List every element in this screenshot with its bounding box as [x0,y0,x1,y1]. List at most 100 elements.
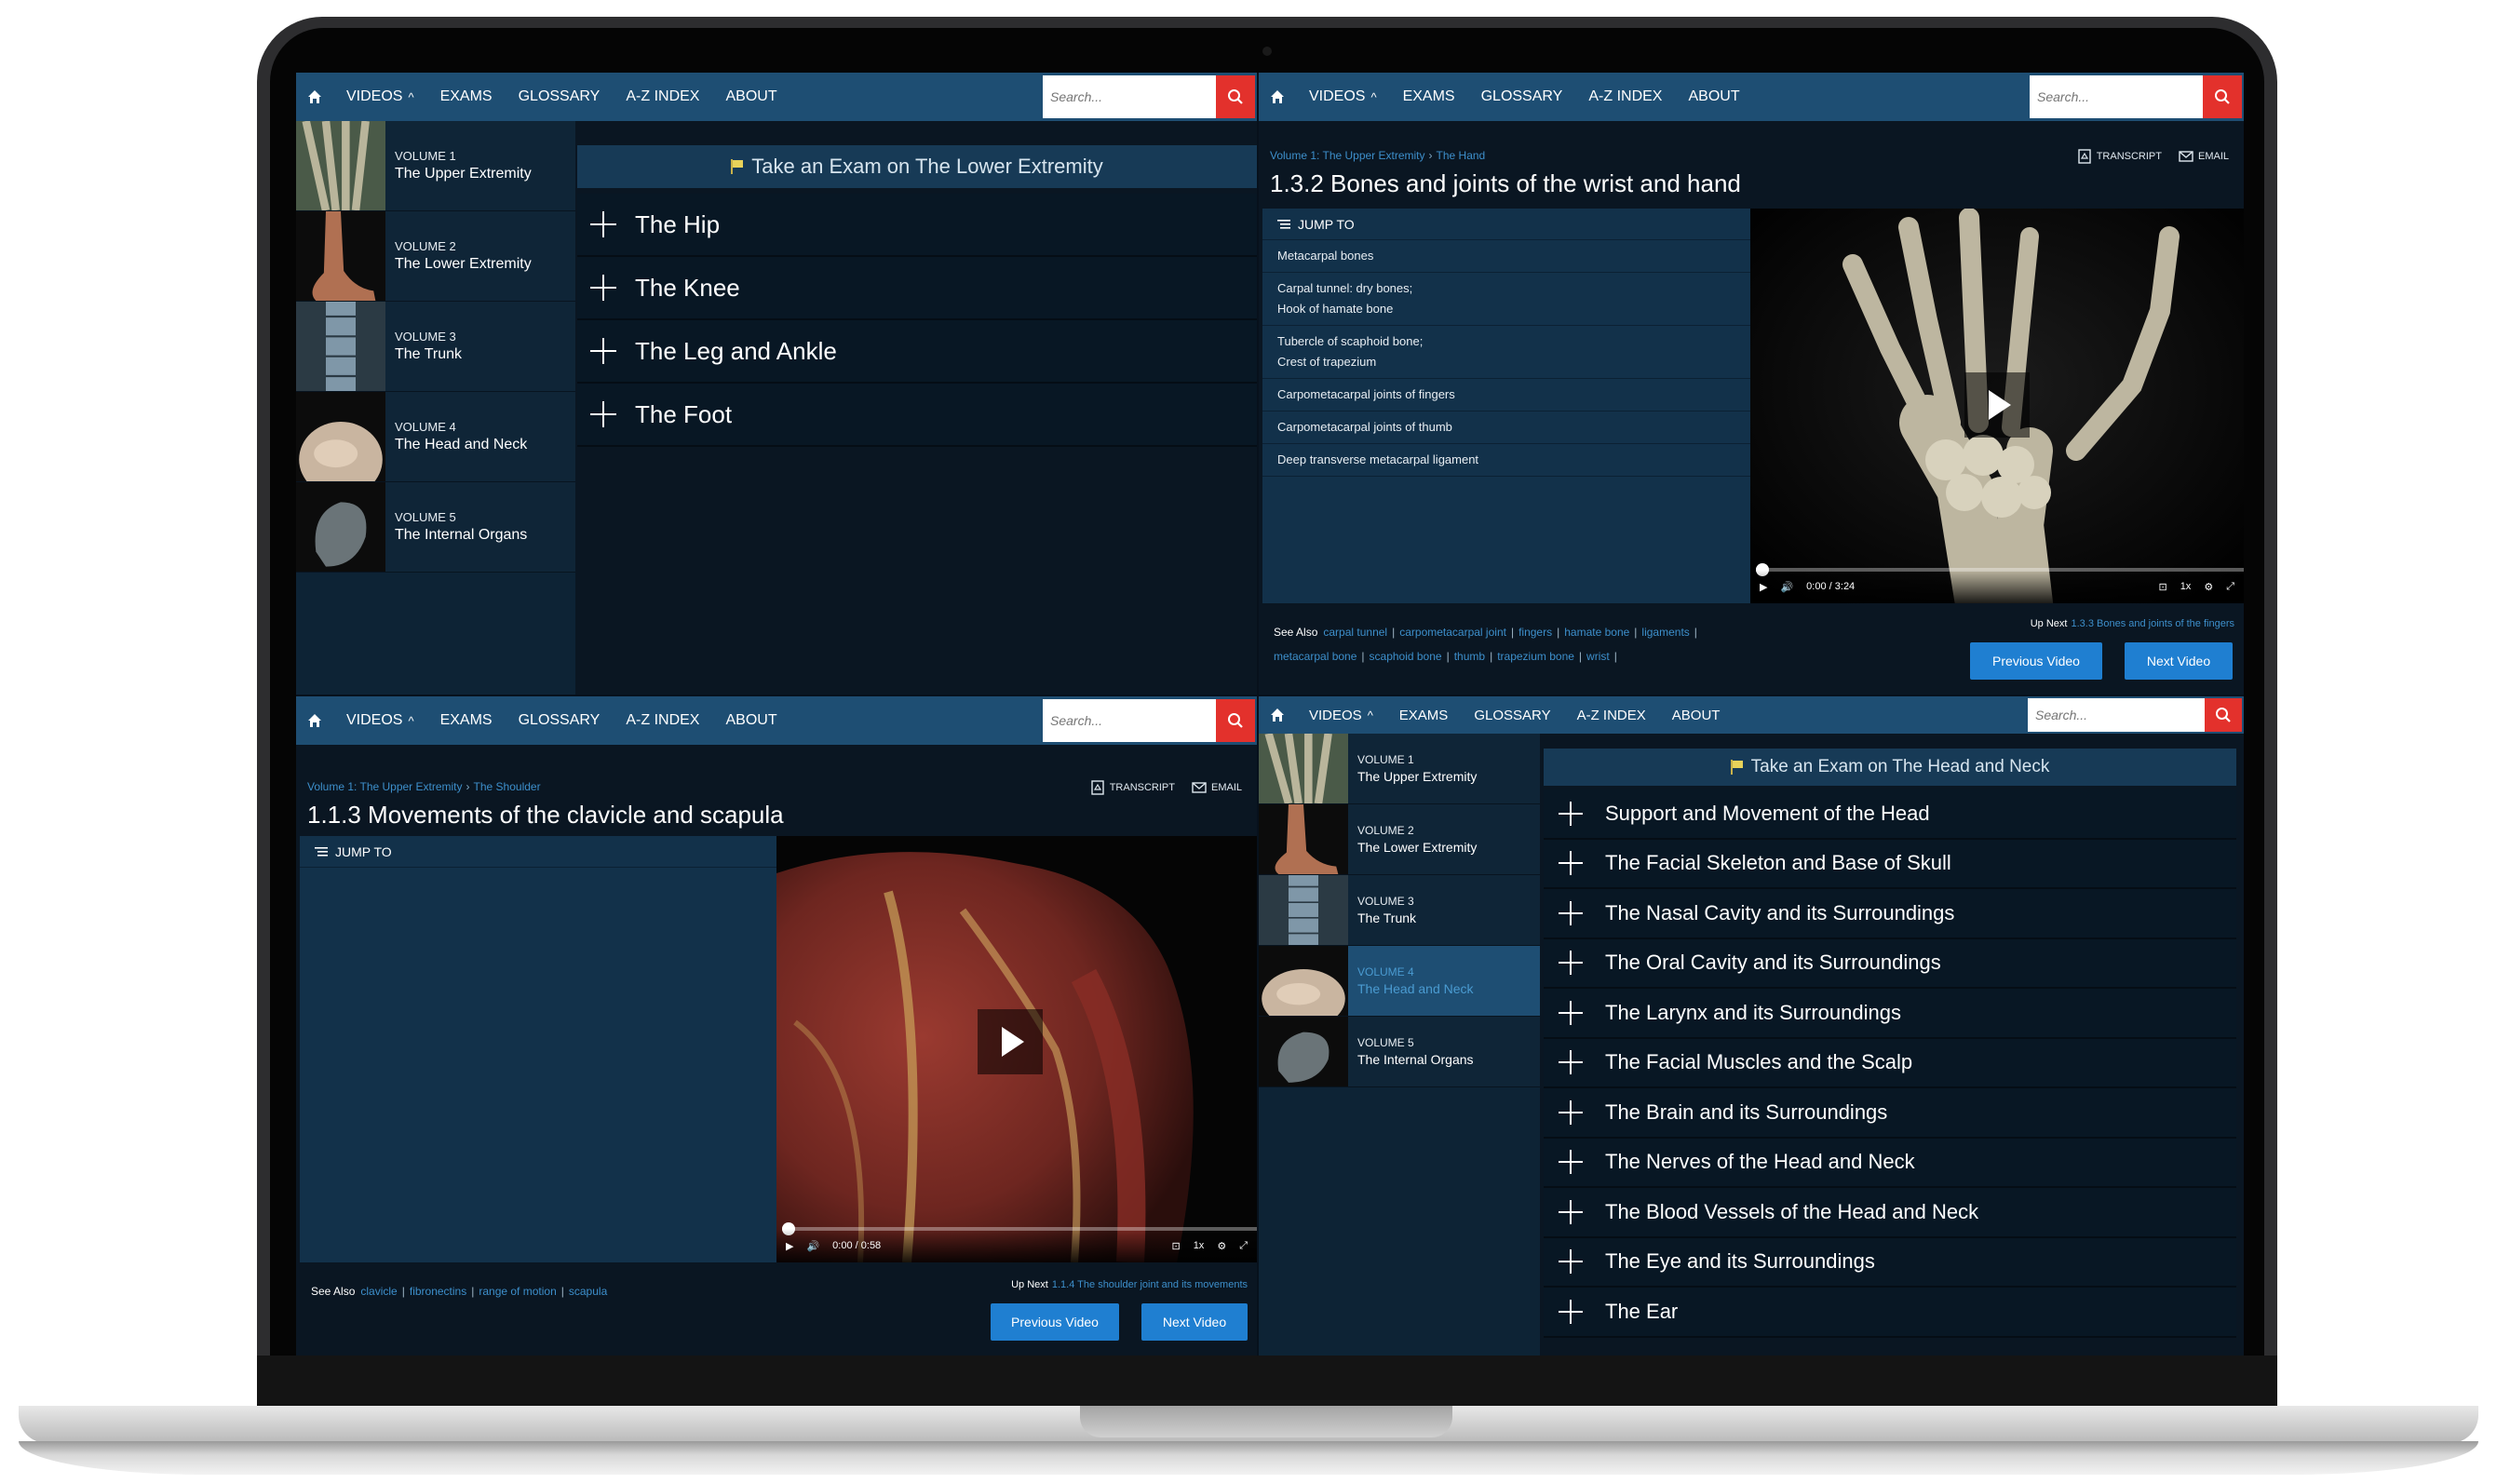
jump-to-header[interactable]: JUMP TO [300,836,776,868]
search-input[interactable] [1043,699,1216,742]
see-also-tag[interactable]: clavicle [360,1285,397,1298]
jump-item[interactable]: Carpometacarpal joints of fingers [1262,379,1750,411]
chapter-row[interactable]: The Blood Vessels of the Head and Neck [1544,1188,2236,1238]
chapter-row[interactable]: The Leg and Ankle [577,320,1257,384]
play-icon[interactable]: ▶ [1760,581,1767,593]
exam-header[interactable]: Take an Exam on The Lower Extremity [577,145,1257,188]
chapter-row[interactable]: The Oral Cavity and its Surroundings [1544,938,2236,989]
transcript-button[interactable]: TRANSCRIPT [2077,149,2162,164]
nav-about[interactable]: ABOUT [1675,88,1752,105]
nav-about[interactable]: ABOUT [712,88,790,105]
plus-icon[interactable] [1559,1100,1583,1125]
nav-glossary[interactable]: GLOSSARY [1461,708,1563,723]
chapter-row[interactable]: The Nerves of the Head and Neck [1544,1138,2236,1188]
nav-videos[interactable]: VIDEOS ^ [333,88,427,105]
nav-exams[interactable]: EXAMS [427,712,506,729]
nav-exams[interactable]: EXAMS [1386,708,1462,723]
jump-item[interactable]: Carpometacarpal joints of thumb [1262,411,1750,444]
nav-a-z-index[interactable]: A-Z INDEX [1564,708,1659,723]
home-icon[interactable] [1259,73,1296,121]
see-also-tag[interactable]: trapezium bone [1497,650,1574,663]
see-also-tag[interactable]: hamate bone [1564,626,1629,639]
breadcrumb-volume[interactable]: Volume 1: The Upper Extremity [307,780,463,793]
volume-3-item[interactable]: VOLUME 3 The Trunk [296,302,575,392]
volume-5-item[interactable]: VOLUME 5 The Internal Organs [1259,1017,1540,1087]
plus-icon[interactable] [590,338,616,364]
settings-gear-icon[interactable]: ⚙ [2204,581,2213,593]
nav-videos[interactable]: VIDEOS ^ [1296,88,1390,105]
email-button[interactable]: EMAIL [1192,780,1242,795]
see-also-tag[interactable]: thumb [1454,650,1485,663]
see-also-tag[interactable]: fingers [1518,626,1552,639]
chapter-row[interactable]: The Foot [577,384,1257,447]
video-player[interactable]: ▶ 🔊 0:00 / 3:24 ⊡ 1x ⚙ ⤢ [1750,209,2244,603]
see-also-tag[interactable]: wrist [1586,650,1610,663]
plus-icon[interactable] [1559,1000,1583,1025]
plus-icon[interactable] [1559,1299,1583,1324]
up-next-link[interactable]: 1.3.3 Bones and joints of the fingers [2071,618,2234,629]
nav-a-z-index[interactable]: A-Z INDEX [1575,88,1675,105]
see-also-tag[interactable]: fibronectins [410,1285,466,1298]
volume-3-item[interactable]: VOLUME 3 The Trunk [1259,875,1540,946]
search-button[interactable] [1216,699,1255,742]
plus-icon[interactable] [590,401,616,427]
jump-item[interactable]: Deep transverse metacarpal ligament [1262,444,1750,477]
fullscreen-icon[interactable]: ⤢ [1239,1240,1248,1252]
search-input[interactable] [2028,698,2205,732]
nav-exams[interactable]: EXAMS [427,88,506,105]
chapter-row[interactable]: The Eye and its Surroundings [1544,1237,2236,1288]
see-also-tag[interactable]: ligaments [1641,626,1689,639]
transcript-button[interactable]: TRANSCRIPT [1090,780,1175,795]
chapter-row[interactable]: The Knee [577,257,1257,320]
plus-icon[interactable] [1559,900,1583,925]
plus-icon[interactable] [1559,801,1583,826]
next-video-button[interactable]: Next Video [2125,642,2233,680]
home-icon[interactable] [296,73,333,121]
captions-icon[interactable]: ⊡ [2158,581,2166,593]
plus-icon[interactable] [1559,951,1583,976]
play-overlay-button[interactable] [978,1009,1043,1074]
chapter-row[interactable]: The Larynx and its Surroundings [1544,989,2236,1039]
next-video-button[interactable]: Next Video [1141,1303,1248,1341]
volume-2-item[interactable]: VOLUME 2 The Lower Extremity [1259,804,1540,875]
video-player[interactable]: ▶ 🔊 0:00 / 0:58 ⊡ 1x ⚙ ⤢ [776,836,1257,1262]
nav-glossary[interactable]: GLOSSARY [506,88,614,105]
volume-1-item[interactable]: VOLUME 1 The Upper Extremity [296,121,575,211]
nav-about[interactable]: ABOUT [712,712,790,729]
see-also-tag[interactable]: range of motion [479,1285,556,1298]
plus-icon[interactable] [1559,1050,1583,1075]
jump-item[interactable]: Carpal tunnel: dry bones; Hook of hamate … [1262,273,1750,326]
search-input[interactable] [1043,75,1216,118]
see-also-tag[interactable]: scaphoid bone [1370,650,1442,663]
plus-icon[interactable] [1559,1199,1583,1224]
jump-item[interactable]: Tubercle of scaphoid bone; Crest of trape… [1262,326,1750,379]
plus-icon[interactable] [1559,1249,1583,1275]
chapter-row[interactable]: The Nasal Cavity and its Surroundings [1544,889,2236,939]
chapter-row[interactable]: The Hip [577,194,1257,257]
volume-2-item[interactable]: VOLUME 2 The Lower Extremity [296,211,575,302]
chapter-row[interactable]: The Facial Skeleton and Base of Skull [1544,839,2236,889]
search-button[interactable] [2203,75,2242,118]
plus-icon[interactable] [590,211,616,237]
jump-item[interactable]: Metacarpal bones [1262,240,1750,273]
volume-icon[interactable]: 🔊 [1780,581,1793,593]
settings-gear-icon[interactable]: ⚙ [1217,1240,1226,1252]
nav-exams[interactable]: EXAMS [1390,88,1468,105]
speed-button[interactable]: 1x [1194,1240,1205,1251]
volume-1-item[interactable]: VOLUME 1 The Upper Extremity [1259,734,1540,804]
nav-videos[interactable]: VIDEOS ^ [1296,708,1386,723]
see-also-tag[interactable]: carpometacarpal joint [1399,626,1506,639]
captions-icon[interactable]: ⊡ [1171,1240,1180,1252]
search-input[interactable] [2030,75,2203,118]
fullscreen-icon[interactable]: ⤢ [2226,581,2234,593]
volume-4-item[interactable]: VOLUME 4 The Head and Neck [296,392,575,482]
up-next-link[interactable]: 1.1.4 The shoulder joint and its movemen… [1052,1279,1248,1290]
chapter-row[interactable]: The Ear [1544,1288,2236,1338]
previous-video-button[interactable]: Previous Video [1970,642,2102,680]
breadcrumb-volume[interactable]: Volume 1: The Upper Extremity [1270,149,1425,162]
speed-button[interactable]: 1x [2180,581,2192,592]
email-button[interactable]: EMAIL [2179,149,2229,164]
search-button[interactable] [1216,75,1255,118]
volume-5-item[interactable]: VOLUME 5 The Internal Organs [296,482,575,573]
see-also-tag[interactable]: scapula [569,1285,607,1298]
